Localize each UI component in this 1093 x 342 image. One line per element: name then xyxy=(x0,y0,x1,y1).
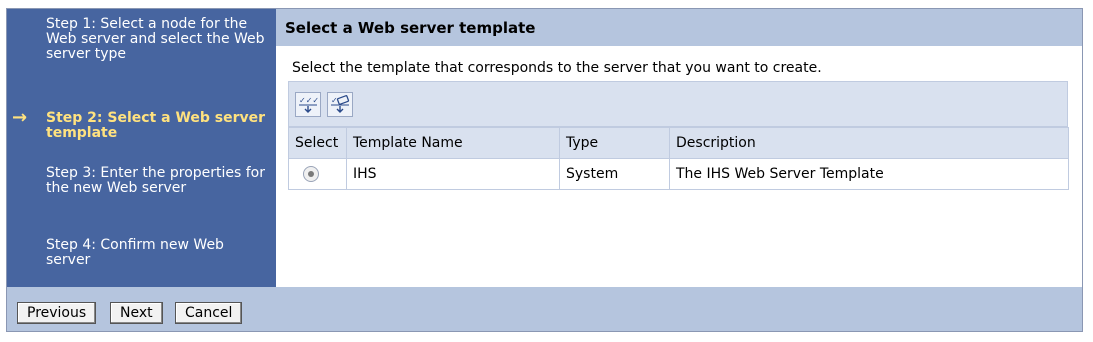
deselect-all-icon: ✓ xyxy=(331,95,350,113)
select-all-button[interactable]: ✓✓✓ xyxy=(295,92,321,117)
step-4-label: Step 4: Confirm new Web server xyxy=(46,237,224,268)
wizard-steps-sidebar: Step 1: Select a node for the Web server… xyxy=(7,9,276,287)
column-header-template-name[interactable]: Template Name xyxy=(346,127,560,159)
next-button[interactable]: Next xyxy=(110,302,163,324)
svg-text:✓: ✓ xyxy=(331,96,338,105)
column-header-type[interactable]: Type xyxy=(559,127,670,159)
current-step-arrow-icon: → xyxy=(12,107,28,128)
step-3-label: Step 3: Enter the properties for the new… xyxy=(46,165,265,196)
instruction-text: Select the template that corresponds to … xyxy=(292,60,822,76)
svg-text:✓✓✓: ✓✓✓ xyxy=(299,96,318,105)
title-bar: Select a Web server template xyxy=(276,9,1082,46)
wizard-panel: Step 1: Select a node for the Web server… xyxy=(6,8,1083,332)
page-title: Select a Web server template xyxy=(285,19,536,37)
table-toolbar: ✓✓✓ ✓ xyxy=(288,81,1068,127)
table-header-row: Select Template Name Type Description xyxy=(288,127,1069,159)
step-1-label: Step 1: Select a node for the Web server… xyxy=(46,16,265,62)
template-radio-button[interactable] xyxy=(303,166,319,182)
step-2-label: Step 2: Select a Web server template xyxy=(46,110,266,141)
button-bar: Previous Next Cancel xyxy=(7,287,1082,331)
main-content: Select a Web server template Select the … xyxy=(276,9,1082,287)
select-cell xyxy=(288,158,347,190)
select-all-icon: ✓✓✓ xyxy=(299,96,318,113)
description-cell: The IHS Web Server Template xyxy=(669,158,1069,190)
deselect-all-button[interactable]: ✓ xyxy=(327,92,353,117)
previous-button[interactable]: Previous xyxy=(17,302,97,324)
template-table: Select Template Name Type Description IH… xyxy=(288,127,1069,190)
table-row: IHS System The IHS Web Server Template xyxy=(288,158,1069,190)
column-header-description[interactable]: Description xyxy=(669,127,1069,159)
type-cell: System xyxy=(559,158,670,190)
template-name-cell: IHS xyxy=(346,158,560,190)
cancel-button[interactable]: Cancel xyxy=(175,302,243,324)
column-header-select[interactable]: Select xyxy=(288,127,347,159)
